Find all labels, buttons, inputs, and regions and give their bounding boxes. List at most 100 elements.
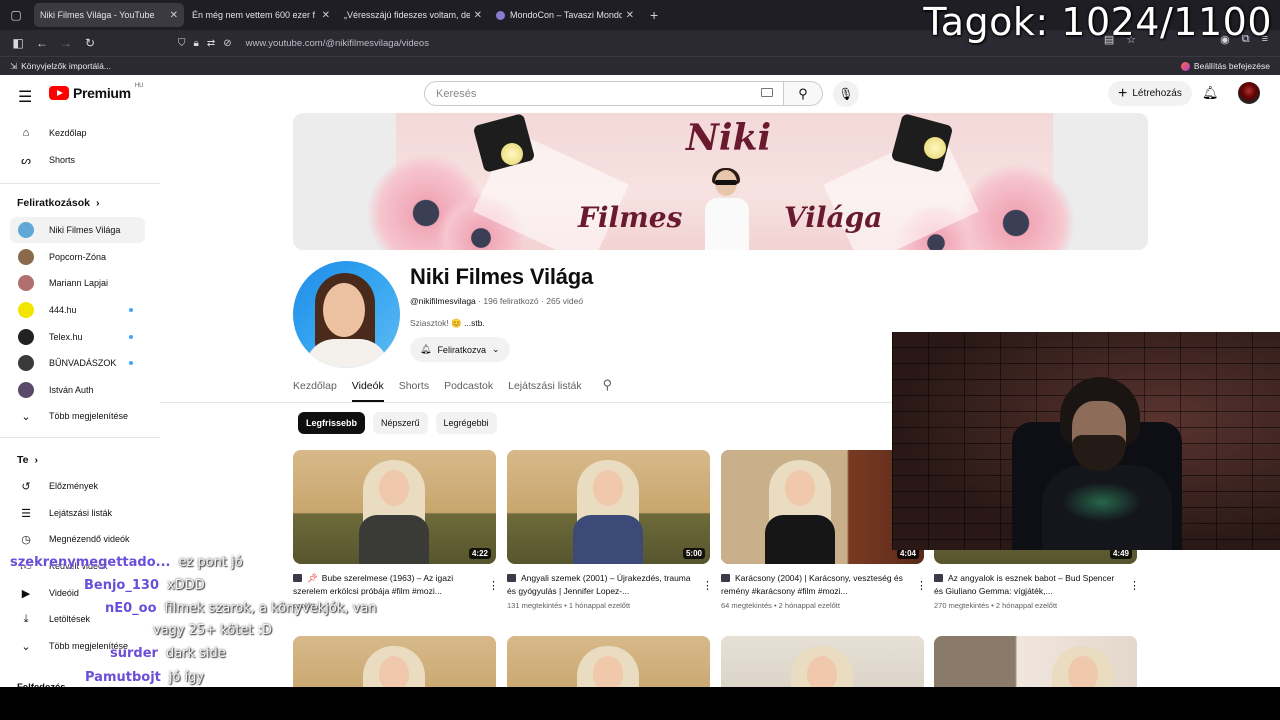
setup-finish-link[interactable]: Beállítás befejezése <box>1180 61 1270 71</box>
forward-icon[interactable]: → <box>54 36 78 50</box>
shirt <box>765 515 835 564</box>
chat-message: nE0_oo filmek szarok, a könyvekjók, van <box>105 600 377 616</box>
browser-tab[interactable]: Niki Filmes Világa - YouTube ✕ <box>0 3 184 83</box>
spotlight-lens <box>501 143 523 165</box>
sidebar-item-subscription[interactable]: 444.hu <box>10 297 145 323</box>
sidebar-item-home[interactable]: ⌂ Kezdőlap <box>10 120 145 146</box>
bell-icon: 🔔︎ <box>420 344 432 354</box>
sidebar-toggle-icon[interactable]: ◧ <box>6 36 30 50</box>
video-thumbnail[interactable]: 4:22 <box>293 450 496 564</box>
chat-message: surder dark side <box>110 645 226 661</box>
hamburger-menu-icon[interactable]: ☰ <box>18 87 32 107</box>
channel-avatar <box>18 329 34 345</box>
browser-tab[interactable]: MondoCon – Tavaszi MondoCon ✕ <box>490 3 640 27</box>
sidebar-item-playlists[interactable]: ☰ Lejátszási listák <box>10 500 145 526</box>
more-actions-icon[interactable]: ⋮ <box>1129 580 1137 593</box>
more-actions-icon[interactable]: ⋮ <box>702 580 710 593</box>
import-bookmarks-link[interactable]: Könyvjelzők importálá... <box>21 61 111 71</box>
chevron-right-icon: › <box>34 454 38 466</box>
chip-oldest[interactable]: Legrégebbi <box>435 412 497 434</box>
search-input[interactable]: Keresés <box>424 81 784 106</box>
clapperboard-icon <box>507 574 516 582</box>
sidebar-item-subscription[interactable]: István Auth <box>10 377 145 403</box>
shield-icon[interactable]: ⛉ <box>178 38 186 49</box>
you-heading[interactable]: Te › <box>17 454 38 466</box>
face <box>379 470 409 506</box>
close-tab-icon[interactable]: ✕ <box>322 10 330 21</box>
tracking-icon[interactable]: ⊘ <box>223 38 231 49</box>
url-text[interactable]: www.youtube.com/@nikifilmesvilaga/videos <box>246 38 429 49</box>
shirt <box>359 515 429 564</box>
subscribed-button[interactable]: 🔔︎ Feliratkozva ⌄ <box>410 337 510 362</box>
chip-popular[interactable]: Népszerű <box>373 412 428 434</box>
keyboard-icon[interactable] <box>761 88 773 97</box>
browser-tab[interactable]: „Véresszájú fideszes voltam, de ✕ <box>0 3 488 83</box>
channel-avatar <box>18 275 34 291</box>
chip-latest[interactable]: Legfrissebb <box>298 412 366 434</box>
tab-home[interactable]: Kezdőlap <box>293 375 337 397</box>
video-meta: 270 megtekintés • 2 hónappal ezelőtt <box>934 601 1058 610</box>
close-tab-icon[interactable]: ✕ <box>170 10 178 21</box>
member-counter: Tagok: 1024/1100 <box>923 0 1272 44</box>
close-tab-icon[interactable]: ✕ <box>474 10 482 21</box>
history-icon: ↺ <box>21 480 31 493</box>
video-meta: 64 megtekintés • 2 hónappal ezelőtt <box>721 601 840 610</box>
letterbox-bar <box>0 687 1280 720</box>
user-avatar[interactable] <box>1238 82 1260 104</box>
home-icon: ⌂ <box>22 127 30 139</box>
back-icon[interactable]: ← <box>30 36 54 50</box>
close-tab-icon[interactable]: ✕ <box>626 10 634 21</box>
tab-videos[interactable]: Videók <box>351 375 384 402</box>
video-duration: 5:00 <box>682 548 705 559</box>
sidebar-item-history[interactable]: ↺ Előzmények <box>10 473 145 499</box>
sidebar-item-watch-later[interactable]: ◷ Megnézendő videók <box>10 526 145 552</box>
channel-search-icon[interactable]: ⚲ <box>603 377 613 393</box>
voice-search-button[interactable]: 🎙︎ <box>833 81 859 107</box>
video-count: 265 videó <box>546 296 584 306</box>
streamer-webcam <box>892 332 1280 550</box>
permissions-icon[interactable]: ⇄ <box>207 38 215 49</box>
subscriptions-heading[interactable]: Feliratkozások › <box>17 197 99 209</box>
playlists-icon: ☰ <box>21 507 31 520</box>
sidebar-item-subscription[interactable]: Popcorn-Zóna <box>10 244 145 270</box>
video-title[interactable]: Angyali szemek (2001) – Újrakezdés, trau… <box>507 572 710 598</box>
tab-podcasts[interactable]: Podcastok <box>444 375 493 397</box>
sidebar-item-show-more[interactable]: ⌄ Több megjelenítése <box>10 403 145 429</box>
tab-list-icon[interactable]: ▢ <box>6 5 26 25</box>
create-button[interactable]: + Létrehozás <box>1108 81 1192 106</box>
screen: ▢ Niki Filmes Világa - YouTube ✕ Én még … <box>0 0 1280 720</box>
search-button[interactable]: ⚲ <box>783 81 823 106</box>
video-title[interactable]: Az angyalok is esznek babot – Bud Spence… <box>934 572 1137 598</box>
more-actions-icon[interactable]: ⋮ <box>916 580 924 593</box>
thumbnail-person <box>569 460 647 564</box>
watch-later-icon: ◷ <box>21 533 31 546</box>
tab-shorts[interactable]: Shorts <box>399 375 429 397</box>
reload-icon[interactable]: ↻ <box>78 36 102 50</box>
chevron-down-icon: ⌄ <box>21 410 31 423</box>
sidebar-item-subscription[interactable]: Niki Filmes Világa <box>10 217 145 243</box>
video-card[interactable]: 4:22 📌︎ Bube szerelmese (1963) – Az igazi… <box>293 450 496 610</box>
chat-message: szekrenymegettado... ez pont jó <box>10 554 243 570</box>
shirt <box>705 198 749 250</box>
video-title[interactable]: 📌︎ Bube szerelmese (1963) – Az igazi szer… <box>293 572 496 598</box>
sidebar-item-subscription[interactable]: Mariann Lapjai <box>10 270 145 296</box>
channel-avatar-large[interactable] <box>293 261 400 368</box>
channel-description[interactable]: Sziasztok! 😊 ...stb. <box>410 318 485 329</box>
video-title[interactable]: Karácsony (2004) | Karácsony, veszteség … <box>721 572 924 598</box>
lock-icon[interactable]: 🔒︎ <box>194 38 199 49</box>
notifications-bell-icon[interactable]: 🔔︎ <box>1202 85 1219 101</box>
more-actions-icon[interactable]: ⋮ <box>488 580 496 593</box>
video-card[interactable]: 5:00 Angyali szemek (2001) – Újrakezdés,… <box>507 450 710 610</box>
subscriber-count: 196 feliratkozó <box>483 296 539 306</box>
video-thumbnail[interactable]: 5:00 <box>507 450 710 564</box>
browser-tab[interactable]: Én még nem vettem 600 ezer f ✕ <box>0 3 336 83</box>
description-more[interactable]: ...stb. <box>464 318 485 328</box>
new-tab-icon[interactable]: + <box>650 7 658 23</box>
youtube-logo[interactable]: Premium HU <box>49 83 143 101</box>
sidebar-item-subscription[interactable]: Telex.hu <box>10 324 145 350</box>
sidebar-item-subscription[interactable]: BŰNVADÁSZOK <box>10 350 145 376</box>
channel-name: Niki Filmes Világa <box>410 264 594 289</box>
tab-playlists[interactable]: Lejátszási listák <box>508 375 582 397</box>
video-duration: 4:22 <box>468 548 491 559</box>
sidebar-item-shorts[interactable]: ᔕ Shorts <box>10 147 145 173</box>
